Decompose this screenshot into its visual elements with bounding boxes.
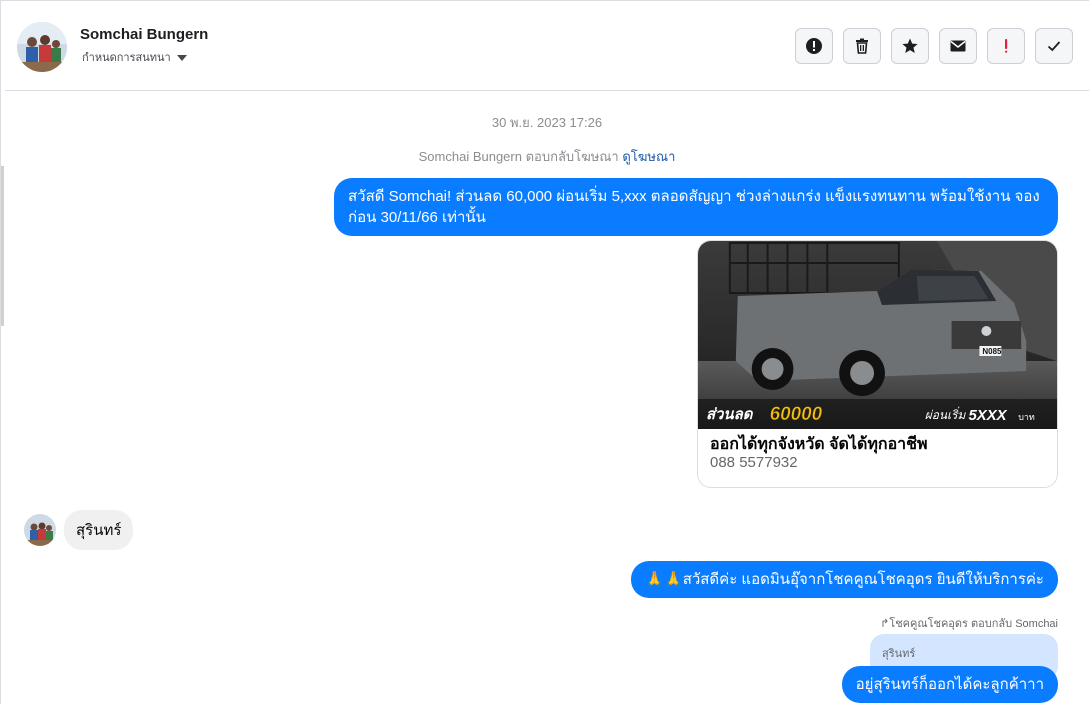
- envelope-icon: [950, 40, 966, 52]
- spam-button[interactable]: [795, 28, 833, 64]
- reply-label: ↱โชคคูณโชคอุดร ตอบกลับ Somchai: [880, 614, 1058, 632]
- plate-text: N085: [982, 347, 1002, 356]
- alert-circle-icon: [806, 38, 822, 54]
- overlay-installment-value: 5XXX: [968, 407, 1007, 424]
- priority-button[interactable]: [987, 28, 1025, 64]
- star-icon: [902, 38, 918, 53]
- chevron-down-icon: [176, 54, 187, 61]
- ad-card-phone: 088 5577932: [710, 454, 798, 471]
- ad-reply-note: Somchai Bungern ตอบกลับโฆษณา ดูโฆษณา: [5, 146, 1089, 167]
- mark-unread-button[interactable]: [939, 28, 977, 64]
- overlay-discount-value: 60000: [770, 404, 823, 425]
- reply-arrow-icon: ↱: [880, 618, 890, 630]
- overlay-installment-unit: บาท: [1018, 412, 1035, 422]
- reply-label-text: โชคคูณโชคอุดร ตอบกลับ Somchai: [889, 618, 1058, 630]
- assign-conversation-dropdown[interactable]: กำหนดการสนทนา: [82, 48, 187, 66]
- inbox-conversation-panel: Somchai Bungern กำหนดการสนทนา 30 พ.ย. 20…: [0, 0, 1089, 704]
- conversation-header: Somchai Bungern กำหนดการสนทนา: [5, 2, 1089, 91]
- outgoing-message: 🙏🙏สวัสดีค่ะ แอดมินอุ๊จากโชคคูณโชคอุดร ยิ…: [631, 561, 1058, 598]
- exclamation-icon: [1005, 39, 1008, 53]
- outgoing-reply-message: อยู่สุรินทร์ก็ออกได้คะลูกค้าาา: [841, 666, 1058, 703]
- ad-reply-note-text: Somchai Bungern ตอบกลับโฆษณา: [418, 149, 619, 164]
- overlay-discount-label: ส่วนลด: [706, 406, 754, 423]
- check-icon: [1047, 41, 1061, 52]
- view-ad-link[interactable]: ดูโฆษณา: [622, 149, 675, 164]
- mark-done-button[interactable]: [1035, 28, 1073, 64]
- delete-button[interactable]: [843, 28, 881, 64]
- follow-up-button[interactable]: [891, 28, 929, 64]
- ad-card[interactable]: N085 ส่วนลด 60000 ผ่อนเริ่ม 5XXX บาท ออก…: [697, 240, 1058, 488]
- incoming-message: สุรินทร์: [64, 510, 134, 550]
- outgoing-message: สวัสดี Somchai! ส่วนลด 60,000 ผ่อนเริ่ม …: [334, 178, 1058, 236]
- message-thread[interactable]: 30 พ.ย. 2023 17:26 Somchai Bungern ตอบกล…: [5, 92, 1089, 704]
- trash-icon: [856, 38, 868, 54]
- message-timestamp: 30 พ.ย. 2023 17:26: [491, 115, 603, 130]
- assign-label: กำหนดการสนทนา: [82, 52, 171, 64]
- ad-image-pickup-truck: N085 ส่วนลด 60000 ผ่อนเริ่ม 5XXX บาท: [698, 241, 1057, 429]
- contact-name[interactable]: Somchai Bungern: [80, 26, 208, 43]
- contact-avatar-small[interactable]: [24, 514, 56, 546]
- contact-avatar[interactable]: [17, 22, 67, 72]
- overlay-installment-label: ผ่อนเริ่ม: [925, 406, 967, 422]
- scroll-indicator[interactable]: [1, 166, 4, 326]
- conversation-toolbar: [795, 28, 1073, 64]
